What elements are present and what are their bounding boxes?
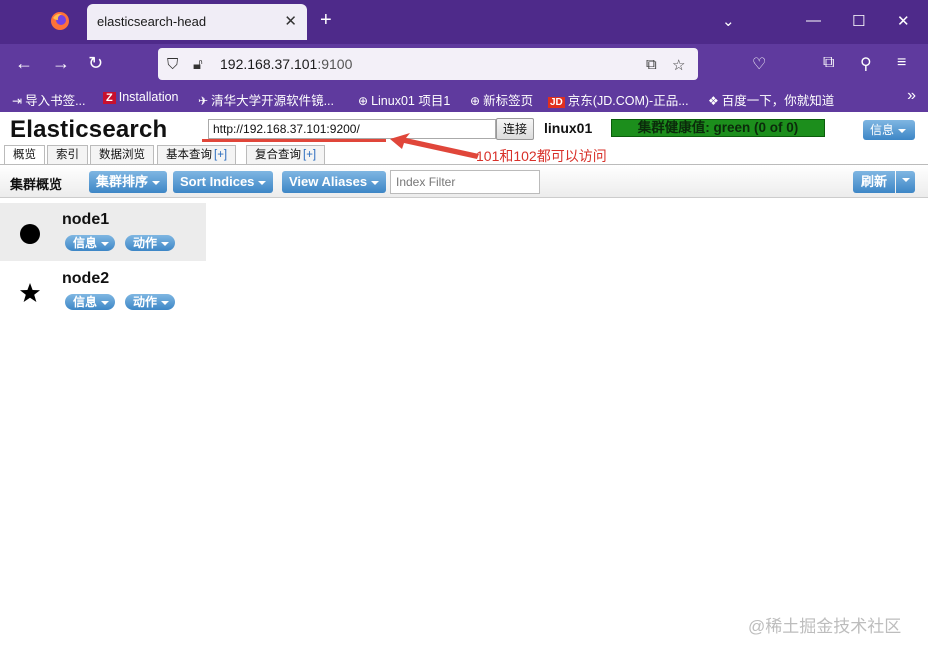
insecure-lock-icon[interactable]: 🔓︎ <box>193 56 203 73</box>
node-name: node2 <box>62 270 110 287</box>
bookmark-installation[interactable]: Z Installation <box>103 90 179 104</box>
globe-icon: ⊕ <box>470 94 481 108</box>
forward-icon[interactable]: → <box>52 54 70 72</box>
translate-icon[interactable]: ⧉ <box>646 56 657 73</box>
chevron-down-icon <box>161 241 170 246</box>
node-info-button[interactable]: 信息 <box>65 294 116 310</box>
tab-indices[interactable]: 索引 <box>47 145 88 165</box>
baidu-paw-icon: ❖ <box>708 94 719 108</box>
minimize-icon[interactable]: — <box>806 12 821 29</box>
reload-icon[interactable]: ↻ <box>88 54 103 72</box>
firefox-logo-icon <box>51 12 69 30</box>
tab-basic-query[interactable]: 基本查询 [+] <box>157 145 237 165</box>
chevron-down-icon <box>371 180 380 185</box>
shield-icon[interactable]: ⛉ <box>167 56 178 73</box>
bookmark-linux01[interactable]: ⊕ Linux01 项目1 <box>358 90 450 109</box>
tab-browser[interactable]: 数据浏览 <box>90 145 154 165</box>
bookmark-jd[interactable]: JD 京东(JD.COM)-正品... <box>548 90 689 109</box>
translate-extension-icon[interactable]: ⧉ <box>823 54 834 72</box>
node-action-button[interactable]: 动作 <box>125 235 176 251</box>
cluster-overview-title: 集群概览 <box>10 177 63 192</box>
chevron-down-icon <box>161 300 170 305</box>
tab-compound-query[interactable]: 复合查询 [+] <box>246 145 326 165</box>
bookmark-star-icon[interactable]: ☆ <box>672 56 685 74</box>
node-row: node2 信息 动作 <box>0 262 206 320</box>
chevron-down-icon <box>152 180 161 185</box>
bookmark-import[interactable]: ⇥ 导入书签... <box>12 90 85 109</box>
bookmark-newtab[interactable]: ⊕ 新标签页 <box>470 90 533 109</box>
back-icon[interactable]: ← <box>15 54 33 72</box>
sort-cluster-button[interactable]: 集群排序 <box>89 171 168 193</box>
cluster-toolbar: 集群概览 集群排序 Sort Indices View Aliases 刷新 <box>0 165 928 198</box>
add-query-icon: [+] <box>303 149 317 161</box>
menu-icon[interactable]: ≡ <box>897 54 906 72</box>
url-text[interactable]: 192.168.37.101:9100 <box>220 56 352 72</box>
maximize-icon[interactable]: ☐ <box>852 12 865 30</box>
chevron-down-icon <box>101 241 110 246</box>
annotation-underline <box>202 139 386 142</box>
chevron-down-icon <box>898 128 907 133</box>
mirror-icon: ✈ <box>198 94 209 108</box>
node-name: node1 <box>62 211 110 228</box>
node-info-button[interactable]: 信息 <box>65 235 116 251</box>
tab-label: 复合查询 <box>255 149 301 161</box>
close-window-icon[interactable]: ✕ <box>897 12 910 30</box>
chevron-down-icon <box>258 180 267 185</box>
connect-button[interactable]: 连接 <box>496 118 534 140</box>
es-head-page: Elasticsearch 连接 linux01 集群健康值: green (0… <box>0 112 928 651</box>
cluster-health-badge: 集群健康值: green (0 of 0) <box>611 119 825 137</box>
elected-master-star-icon <box>20 283 40 302</box>
index-filter-input[interactable] <box>390 170 540 194</box>
sort-indices-button[interactable]: Sort Indices <box>173 171 274 193</box>
node-row: node1 信息 动作 <box>0 203 206 261</box>
new-tab-icon[interactable]: + <box>320 10 332 30</box>
info-label: 信息 <box>870 123 895 137</box>
chevron-down-icon <box>901 177 910 182</box>
browser-tab-strip: elasticsearch-head ✕ + ⌄ — ☐ ✕ <box>0 0 928 44</box>
node-action-button[interactable]: 动作 <box>125 294 176 310</box>
jd-logo-icon: JD <box>548 97 565 108</box>
cluster-name: linux01 <box>544 120 593 136</box>
watermark: @稀土掘金技术社区 <box>748 617 902 636</box>
app-title: Elasticsearch <box>10 116 168 143</box>
bookmark-tsinghua[interactable]: ✈ 清华大学开源软件镜... <box>198 90 334 109</box>
import-icon: ⇥ <box>12 94 23 108</box>
chevron-down-icon <box>101 300 110 305</box>
tab-title: elasticsearch-head <box>97 14 207 29</box>
refresh-button[interactable]: 刷新 <box>853 171 895 193</box>
browser-tab-active[interactable]: elasticsearch-head ✕ <box>87 4 307 40</box>
es-tab-bar: 概览 索引 数据浏览 基本查询 [+] 复合查询 [+] <box>0 145 928 165</box>
view-aliases-button[interactable]: View Aliases <box>282 171 387 193</box>
tab-close-icon[interactable]: ✕ <box>284 12 297 30</box>
bookmark-baidu[interactable]: ❖ 百度一下，你就知道 <box>708 90 834 109</box>
tab-overview[interactable]: 概览 <box>4 145 45 165</box>
bookmarks-overflow-icon[interactable]: » <box>907 87 916 105</box>
add-query-icon: [+] <box>214 149 228 161</box>
tab-list-chevron-icon[interactable]: ⌄ <box>722 12 735 30</box>
pocket-icon[interactable]: ♡ <box>752 54 766 74</box>
browser-nav-bar: ← → ↻ ⛉ 🔓︎ 192.168.37.101:9100 ⧉ ☆ ♡ ⧉ ⚲… <box>0 44 928 84</box>
extensions-icon[interactable]: ⚲ <box>860 54 872 74</box>
master-node-circle-icon <box>20 224 40 244</box>
globe-icon: ⊕ <box>358 94 369 108</box>
z-logo-icon: Z <box>103 92 116 104</box>
address-bar[interactable]: ⛉ 🔓︎ 192.168.37.101:9100 ⧉ ☆ <box>158 48 698 80</box>
refresh-dropdown-button[interactable] <box>896 171 915 193</box>
info-dropdown-button[interactable]: 信息 <box>863 120 915 140</box>
bookmarks-bar: ⇥ 导入书签... Z Installation ✈ 清华大学开源软件镜... ⊕ Li… <box>0 84 928 112</box>
tab-label: 基本查询 <box>166 149 212 161</box>
